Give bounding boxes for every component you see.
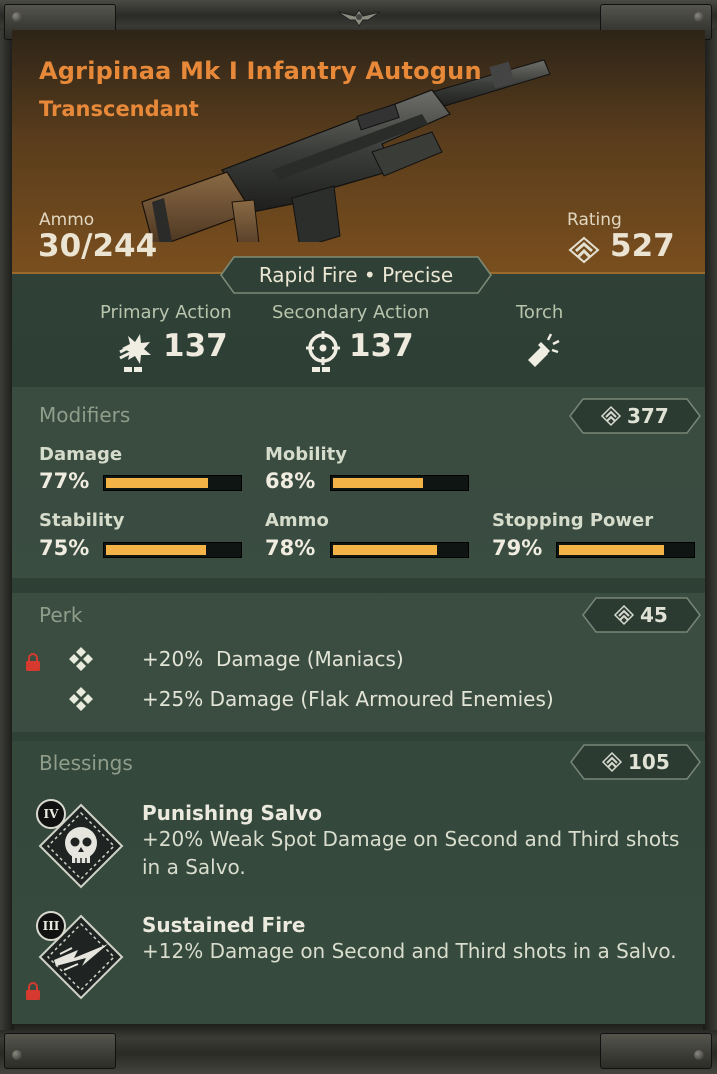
torch-action-label: Torch: [516, 302, 564, 323]
perk-line-2-text: Damage (Flak Armoured Enemies): [209, 687, 554, 711]
stat-stability-bar-fill: [106, 545, 206, 555]
blessings-title: Blessings: [39, 751, 133, 775]
blessing-1-desc: +20% Weak Spot Damage on Second and Thir…: [142, 827, 680, 879]
stat-mobility-bar-fill: [333, 478, 423, 488]
item-card: Agripinaa Mk I Infantry Autogun Transcen…: [12, 30, 705, 1024]
stat-mobility-label: Mobility: [265, 444, 348, 465]
modifiers-title: Modifiers: [39, 403, 131, 427]
stat-stability-label: Stability: [39, 510, 125, 531]
perk-line-2-amount: +25%: [142, 687, 204, 711]
weapon-rarity: Transcendant: [39, 97, 199, 121]
stat-mobility-bar: [330, 475, 469, 491]
perk-diamond-icon: [69, 687, 93, 711]
item-header: Agripinaa Mk I Infantry Autogun Transcen…: [12, 30, 705, 274]
primary-action-label: Primary Action: [100, 302, 232, 323]
lock-icon: [26, 982, 40, 1000]
stat-damage-value: 77%: [39, 469, 90, 493]
stat-stability-value: 75%: [39, 536, 90, 560]
perk-line-1: +20% Damage (Maniacs): [142, 647, 404, 671]
stat-ammo-bar: [330, 542, 469, 558]
perk-line-1-amount: +20%: [142, 647, 204, 671]
rivet-icon: [12, 1050, 22, 1060]
perk-title: Perk: [39, 603, 83, 627]
rating-value: 527: [610, 228, 675, 264]
flashlight-icon: [528, 333, 560, 367]
weapon-tags-bar: Rapid Fire • Precise: [220, 256, 492, 294]
rivet-icon: [694, 1050, 704, 1060]
stat-stopping-power-bar-fill: [559, 545, 664, 555]
blessing-2-desc: +12% Damage on Second and Third shots in…: [142, 939, 677, 963]
blessing-1-tier: IV: [36, 799, 66, 829]
ammo-value: 30/244: [38, 228, 158, 264]
modifiers-section: Modifiers 377 Damage 77% Mobility 68% St…: [12, 387, 705, 578]
blessings-section: Blessings 105 IV Punishing Salvo +20% We…: [12, 741, 705, 1024]
lock-icon: [26, 653, 40, 671]
perk-diamond-icon: [69, 647, 93, 671]
stat-damage-label: Damage: [39, 444, 123, 465]
stat-ammo-bar-fill: [333, 545, 437, 555]
weapon-name: Agripinaa Mk I Infantry Autogun: [39, 57, 482, 85]
modifiers-badge-value: 377: [627, 404, 669, 428]
secondary-action-label: Secondary Action: [272, 302, 430, 323]
stat-damage-bar: [103, 475, 242, 491]
crosshair-icon: [306, 331, 340, 372]
stat-stopping-power-value: 79%: [492, 536, 543, 560]
stat-stability-bar: [103, 542, 242, 558]
weapon-tags: Rapid Fire • Precise: [258, 263, 454, 287]
modifiers-badge: 377: [569, 398, 701, 434]
stat-stopping-power-label: Stopping Power: [492, 510, 654, 531]
stat-ammo-label: Ammo: [265, 510, 329, 531]
rating-label: Rating: [567, 210, 622, 230]
rivet-icon: [694, 12, 704, 22]
rivet-icon: [12, 12, 22, 22]
blessing-1-name: Punishing Salvo: [142, 801, 323, 825]
burst-fire-icon: [119, 334, 151, 372]
ammo-label: Ammo: [39, 210, 95, 230]
stat-damage-bar-fill: [106, 478, 208, 488]
blessing-2-tier: III: [36, 911, 66, 941]
perk-section: Perk 45 +20% Damage (Maniacs) +25% Damag…: [12, 593, 705, 732]
blessings-badge-value: 105: [628, 750, 670, 774]
aquila-emblem-icon: [337, 9, 381, 27]
perk-badge: 45: [582, 597, 701, 633]
perk-line-2: +25% Damage (Flak Armoured Enemies): [142, 687, 554, 711]
blessing-2-name: Sustained Fire: [142, 913, 306, 937]
primary-action-value: 137: [163, 328, 228, 364]
perk-badge-value: 45: [640, 603, 668, 627]
frame-right-edge: [703, 30, 717, 1030]
stat-stopping-power-bar: [556, 542, 695, 558]
secondary-action-value: 137: [349, 328, 414, 364]
rating-chevron-icon: [568, 236, 600, 264]
stat-ammo-value: 78%: [265, 536, 316, 560]
stat-mobility-value: 68%: [265, 469, 316, 493]
blessings-badge: 105: [570, 744, 701, 780]
perk-line-1-text: Damage (Maniacs): [215, 647, 404, 671]
